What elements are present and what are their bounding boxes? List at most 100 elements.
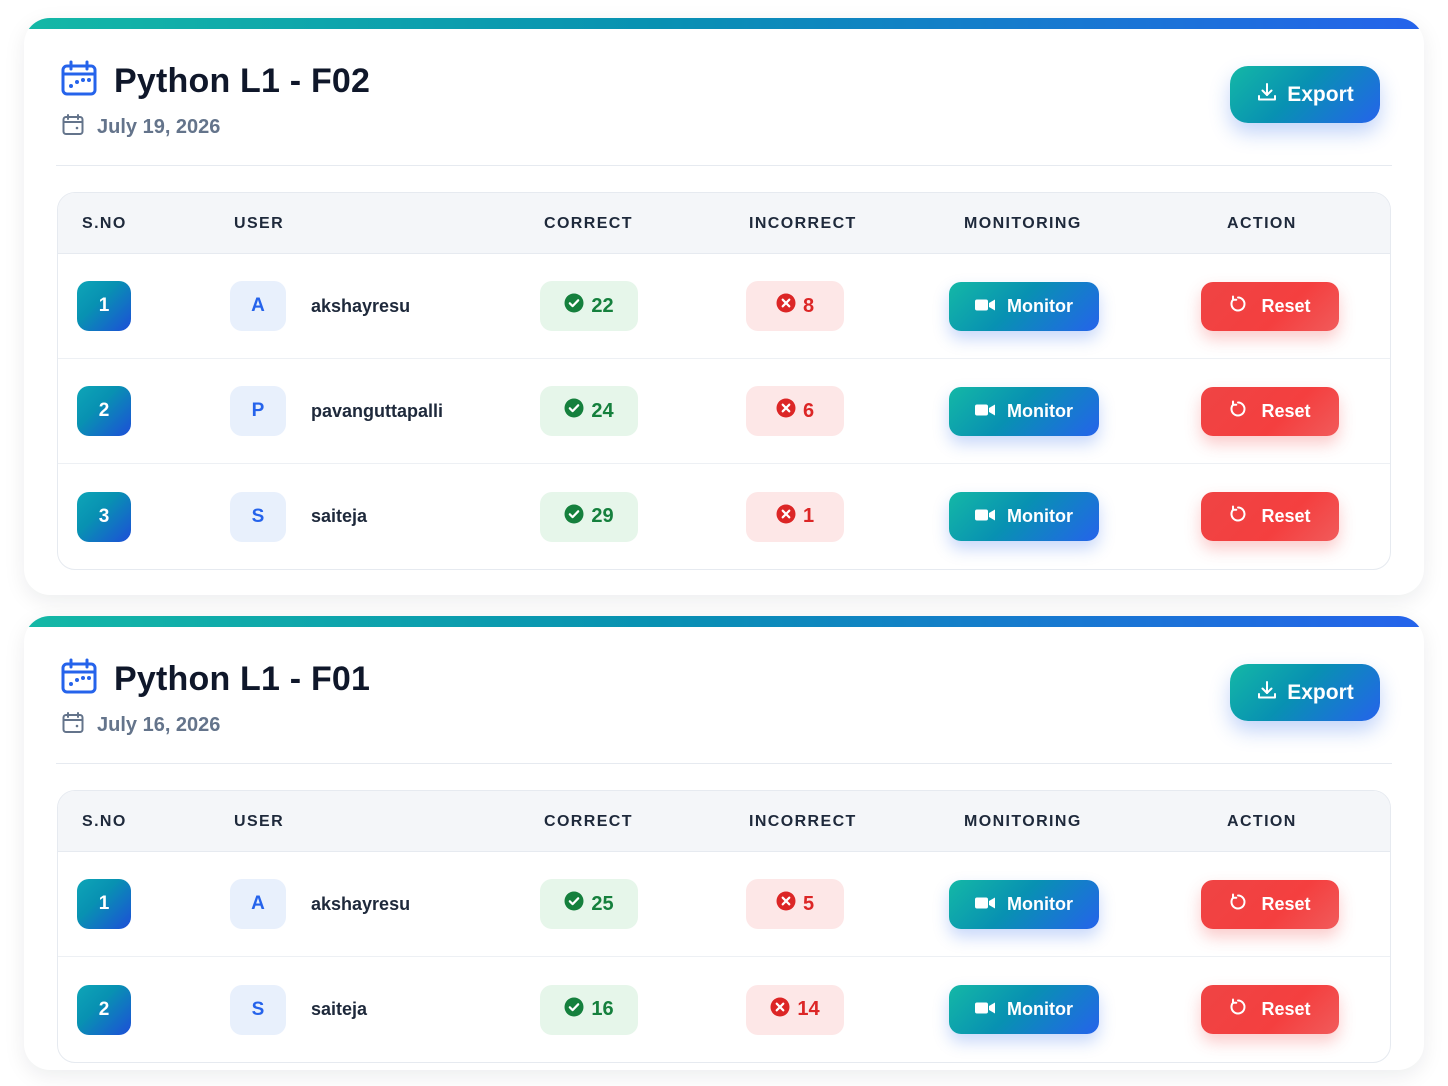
column-header-user: USER [234,214,285,232]
column-header-action: ACTION [1227,812,1297,830]
correct-count-badge: 22 [540,281,638,331]
column-header-incorrect: INCORRECT [749,214,857,232]
rotate-icon [1229,400,1247,423]
table-row: 2 P pavanguttapalli 24 6 Monitor Reset [58,359,1390,464]
session-date: July 19, 2026 [97,116,221,138]
correct-count: 24 [591,399,614,422]
reset-label: Reset [1261,295,1311,316]
monitor-label: Monitor [1007,400,1073,421]
incorrect-count: 5 [802,892,815,915]
check-circle-icon [564,997,584,1023]
username: saiteja [311,506,368,526]
check-circle-icon [564,891,584,917]
correct-count: 22 [591,294,614,317]
correct-count-badge: 16 [540,984,638,1035]
monitor-button[interactable]: Monitor [949,492,1099,541]
column-header-sno: S.NO [82,214,127,232]
row-number-badge: 1 [77,281,131,331]
x-circle-icon [776,504,796,530]
session-card: Python L1 - F02 July 19, 2026 Export S.N… [24,18,1424,595]
results-table: S.NO USER CORRECT INCORRECT MONITORING A… [57,790,1391,1063]
reset-button[interactable]: Reset [1201,281,1339,331]
export-label: Export [1287,82,1354,106]
reset-button[interactable]: Reset [1201,879,1339,929]
incorrect-count: 1 [802,505,815,527]
correct-count: 25 [591,892,614,915]
column-header-action: ACTION [1227,214,1297,232]
header-divider [56,763,1392,764]
table-row: 2 S saiteja 16 14 Monitor Reset [58,957,1390,1062]
table-row: 1 A akshayresu 25 5 Monitor Reset [58,852,1390,957]
username: akshayresu [311,893,411,914]
column-header-monitoring: MONITORING [964,812,1082,830]
x-circle-icon [770,997,790,1023]
x-circle-icon [776,891,796,917]
incorrect-count: 8 [802,294,815,317]
column-header-user: USER [234,812,285,830]
video-camera-icon [975,999,995,1020]
x-circle-icon [776,293,796,319]
avatar: S [230,491,286,542]
reset-button[interactable]: Reset [1201,492,1339,541]
username: pavanguttapalli [311,400,444,421]
export-button[interactable]: Export [1230,66,1380,123]
monitor-button[interactable]: Monitor [949,281,1099,331]
monitor-button[interactable]: Monitor [949,985,1099,1034]
card-accent-bar [24,18,1424,29]
avatar: A [230,879,286,929]
avatar: P [230,386,286,436]
rotate-icon [1229,893,1247,916]
column-header-monitoring: MONITORING [964,214,1082,232]
row-number-badge: 2 [77,984,131,1035]
download-icon [1256,679,1278,707]
row-number-badge: 3 [77,491,131,542]
card-header: Python L1 - F01 July 16, 2026 Export [60,654,1380,746]
table-row: 1 A akshayresu 22 8 Monitor Reset [58,254,1390,359]
avatar: S [230,984,286,1035]
export-button[interactable]: Export [1230,664,1380,721]
incorrect-count: 14 [797,998,820,1020]
column-header-incorrect: INCORRECT [749,812,857,830]
check-circle-icon [564,504,584,530]
session-title: Python L1 - F01 [114,660,371,698]
video-camera-icon [975,401,995,422]
reset-label: Reset [1261,506,1311,526]
monitor-label: Monitor [1007,893,1073,914]
session-date: July 16, 2026 [97,714,221,736]
monitor-label: Monitor [1007,295,1073,316]
incorrect-count-badge: 1 [746,491,844,542]
table-row: 3 S saiteja 29 1 Monitor Reset [58,464,1390,569]
monitor-label: Monitor [1007,506,1073,526]
date-row: July 19, 2026 [62,114,220,141]
card-accent-bar [24,616,1424,627]
title-row: Python L1 - F02 [60,60,370,103]
reset-button[interactable]: Reset [1201,985,1339,1034]
incorrect-count-badge: 6 [746,386,844,436]
rotate-icon [1229,998,1247,1021]
download-icon [1256,81,1278,109]
correct-count-badge: 25 [540,879,638,929]
date-row: July 16, 2026 [62,712,220,739]
reset-label: Reset [1261,400,1311,421]
row-number-badge: 2 [77,386,131,436]
calendar-dots-icon [60,658,98,701]
reset-label: Reset [1261,999,1311,1019]
title-row: Python L1 - F01 [60,658,370,701]
monitor-label: Monitor [1007,999,1073,1019]
header-divider [56,165,1392,166]
results-table: S.NO USER CORRECT INCORRECT MONITORING A… [57,192,1391,570]
card-header: Python L1 - F02 July 19, 2026 Export [60,56,1380,148]
username: akshayresu [311,295,411,316]
video-camera-icon [975,506,995,527]
monitor-button[interactable]: Monitor [949,879,1099,929]
monitor-button[interactable]: Monitor [949,386,1099,436]
rotate-icon [1229,295,1247,318]
username: saiteja [311,999,368,1019]
calendar-icon [62,712,84,739]
reset-button[interactable]: Reset [1201,386,1339,436]
avatar: A [230,281,286,331]
session-title: Python L1 - F02 [114,62,371,100]
table-header: S.NO USER CORRECT INCORRECT MONITORING A… [58,791,1390,852]
column-header-correct: CORRECT [544,214,633,232]
x-circle-icon [776,398,796,424]
